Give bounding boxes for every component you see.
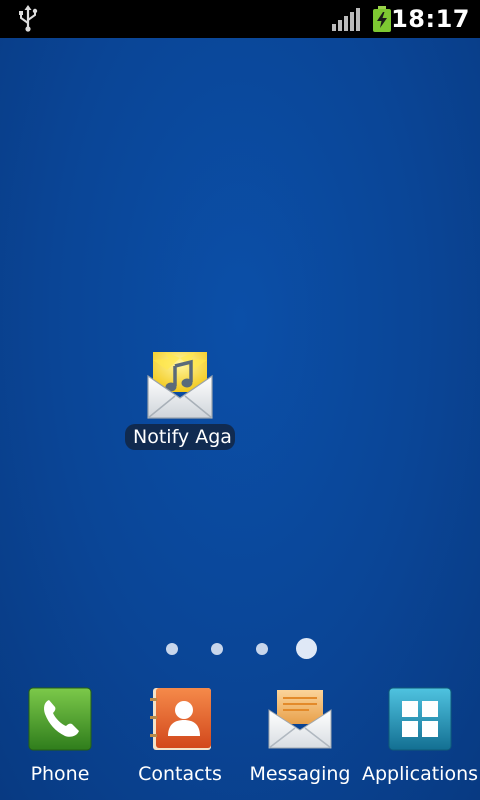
signal-strength-icon <box>332 8 360 31</box>
dock-item-applications[interactable]: Applications <box>360 686 480 786</box>
page-dot-1[interactable] <box>166 643 178 655</box>
usb-icon <box>19 5 38 32</box>
page-dot-3[interactable] <box>256 643 268 655</box>
dock-label-messaging: Messaging <box>249 763 351 785</box>
notify-again-shortcut[interactable]: Notify Aga <box>124 350 236 454</box>
page-dot-4-active[interactable] <box>296 638 317 659</box>
dock-item-contacts[interactable]: Contacts <box>120 686 240 786</box>
shortcut-label: Notify Aga <box>133 426 232 448</box>
status-clock: 18:17 <box>391 5 470 33</box>
dock: Phone Contacts Messaging Applications <box>0 680 480 800</box>
dock-item-phone[interactable]: Phone <box>0 686 120 786</box>
dock-label-phone: Phone <box>30 763 90 785</box>
battery-charging-icon <box>373 6 391 32</box>
dock-item-messaging[interactable]: Messaging <box>240 686 360 786</box>
dock-label-contacts: Contacts <box>138 763 222 785</box>
page-dot-2[interactable] <box>211 643 223 655</box>
phone-icon <box>28 687 92 751</box>
status-bar[interactable]: 18:17 <box>0 0 480 38</box>
messaging-icon <box>268 690 332 749</box>
contacts-icon <box>150 688 211 750</box>
dock-label-applications: Applications <box>361 763 479 785</box>
home-screen: 18:17 Notify Aga Phone Contacts Messagin… <box>0 0 480 800</box>
notify-again-icon <box>147 352 213 419</box>
page-indicator[interactable] <box>0 636 480 662</box>
shortcut-label-background: Notify Aga <box>125 424 235 450</box>
applications-icon <box>388 687 452 751</box>
